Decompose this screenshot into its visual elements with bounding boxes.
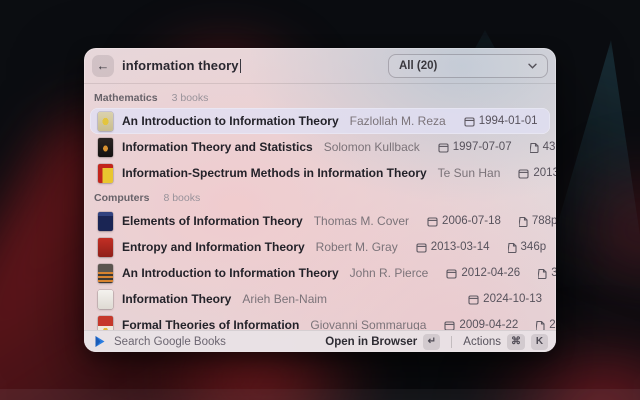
section-header-computers: Computers 8 books: [90, 186, 550, 208]
book-author: Fazlollah M. Reza: [350, 114, 446, 128]
search-query-text: information theory: [122, 58, 239, 73]
book-author: John R. Pierce: [350, 266, 429, 280]
book-row[interactable]: An Introduction to Information Theory Fa…: [90, 108, 550, 134]
section-count: 3 books: [172, 92, 209, 104]
book-date: 2013-04-18: [518, 167, 556, 179]
book-title: Information Theory: [122, 292, 231, 306]
book-row[interactable]: An Introduction to Information Theory Jo…: [90, 260, 550, 286]
calendar-icon: [446, 268, 457, 279]
book-row[interactable]: Information-Spectrum Methods in Informat…: [90, 160, 550, 186]
k-key-badge: K: [531, 334, 548, 350]
book-row[interactable]: Entropy and Information Theory Robert M.…: [90, 234, 550, 260]
book-title: Formal Theories of Information: [122, 318, 299, 330]
wallpaper-bottom-strip: [0, 389, 640, 400]
enter-key-badge: ↵: [423, 334, 440, 350]
extension-source-label: Search Google Books: [114, 336, 226, 348]
page-icon: [536, 320, 545, 331]
back-button[interactable]: ←: [92, 55, 114, 77]
book-title: Elements of Information Theory: [122, 214, 303, 228]
book-pages: 346p: [508, 241, 547, 253]
calendar-icon: [468, 294, 479, 305]
book-author: Arieh Ben-Naim: [242, 292, 327, 306]
book-cover-thumbnail: [98, 316, 113, 331]
book-pages: 788p: [519, 215, 556, 227]
search-bar: ← information theory All (20): [84, 48, 556, 84]
book-date: 2024-10-13: [468, 293, 542, 305]
page-icon: [519, 216, 528, 227]
action-bar: Search Google Books Open in Browser ↵ Ac…: [84, 330, 556, 352]
actions-menu-button[interactable]: Actions ⌘ K: [463, 334, 548, 350]
book-cover-thumbnail: [98, 112, 113, 131]
book-cover-thumbnail: [98, 264, 113, 283]
book-title: Information Theory and Statistics: [122, 140, 313, 154]
book-date: 2006-07-18: [427, 215, 501, 227]
book-cover-thumbnail: [98, 238, 113, 257]
section-name: Mathematics: [94, 92, 158, 104]
book-pages: 335p: [538, 267, 556, 279]
calendar-icon: [444, 320, 455, 331]
book-cover-thumbnail: [98, 164, 113, 183]
open-in-browser-action[interactable]: Open in Browser ↵: [325, 334, 440, 350]
calendar-icon: [518, 168, 529, 179]
book-author: Solomon Kullback: [324, 140, 420, 154]
calendar-icon: [416, 242, 427, 253]
section-count: 8 books: [163, 192, 200, 204]
extension-source: Search Google Books: [94, 335, 317, 348]
book-date: 1994-01-01: [464, 115, 538, 127]
book-date: 2012-04-26: [446, 267, 520, 279]
page-icon: [538, 268, 547, 279]
launcher-window: ← information theory All (20) Mathematic…: [84, 48, 556, 352]
book-author: Te Sun Han: [438, 166, 501, 180]
footer-divider: [451, 336, 452, 348]
filter-selected-value: All (20): [399, 60, 528, 72]
text-cursor: [240, 59, 242, 73]
book-date: 1997-07-07: [438, 141, 512, 153]
results-list: Mathematics 3 books An Introduction to I…: [84, 84, 556, 330]
book-title: Information-Spectrum Methods in Informat…: [122, 166, 427, 180]
arrow-left-icon: ←: [97, 58, 110, 73]
book-title: Entropy and Information Theory: [122, 240, 305, 254]
book-title: An Introduction to Information Theory: [122, 266, 339, 280]
book-pages: 436p: [530, 141, 556, 153]
book-row[interactable]: Elements of Information Theory Thomas M.…: [90, 208, 550, 234]
book-author: Robert M. Gray: [316, 240, 398, 254]
calendar-icon: [438, 142, 449, 153]
section-name: Computers: [94, 192, 149, 204]
calendar-icon: [427, 216, 438, 227]
book-author: Giovanni Sommaruga: [310, 318, 426, 330]
book-cover-thumbnail: [98, 212, 113, 231]
book-author: Thomas M. Cover: [314, 214, 409, 228]
book-row[interactable]: Information Theory Arieh Ben-Naim 2024-1…: [90, 286, 550, 312]
search-input[interactable]: information theory: [122, 58, 380, 73]
google-play-icon: [94, 335, 106, 348]
book-date: 2009-04-22: [444, 319, 518, 330]
book-cover-thumbnail: [98, 138, 113, 157]
calendar-icon: [464, 116, 475, 127]
page-icon: [530, 142, 539, 153]
book-row[interactable]: Information Theory and Statistics Solomo…: [90, 134, 550, 160]
book-date: 2013-03-14: [416, 241, 490, 253]
page-icon: [508, 242, 517, 253]
book-row[interactable]: Formal Theories of Information Giovanni …: [90, 312, 550, 330]
chevron-down-icon: [528, 63, 537, 69]
book-pages: 275p: [536, 319, 556, 330]
book-cover-thumbnail: [98, 290, 113, 309]
book-title: An Introduction to Information Theory: [122, 114, 339, 128]
command-key-badge: ⌘: [507, 334, 525, 350]
filter-dropdown[interactable]: All (20): [388, 54, 548, 78]
section-header-mathematics: Mathematics 3 books: [90, 84, 550, 108]
